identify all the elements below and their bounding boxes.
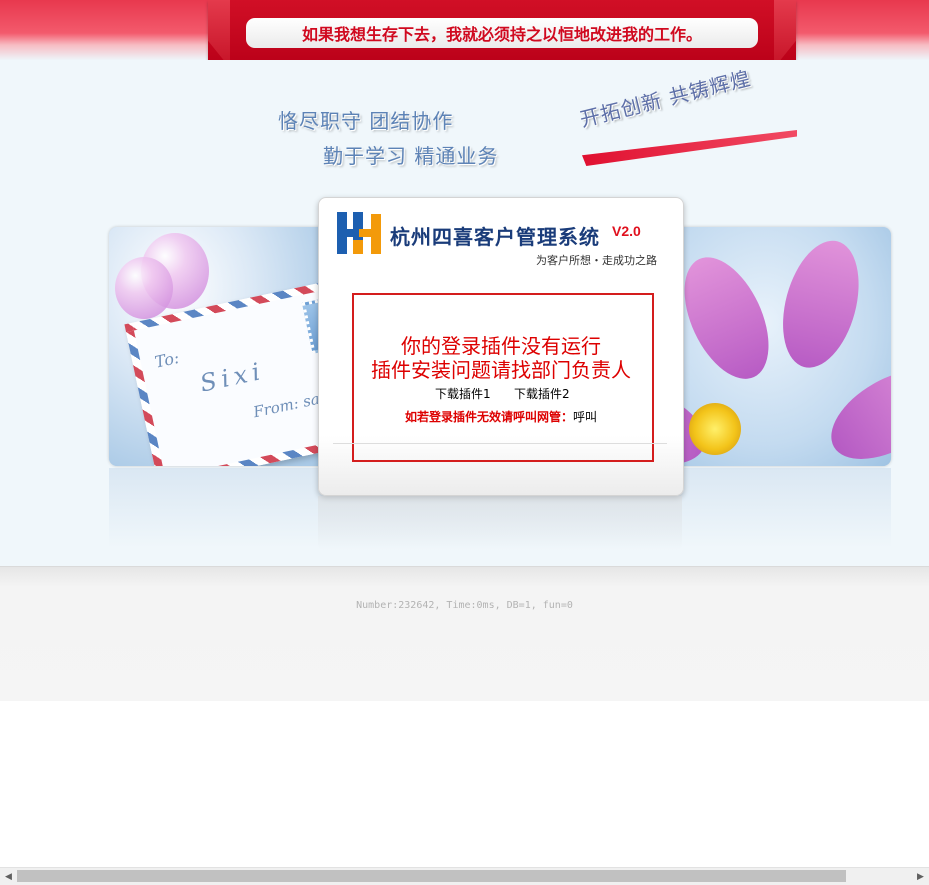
footer (0, 566, 929, 701)
slogan-duty: 恪尽职守 团结协作 (278, 109, 454, 133)
scroll-left-icon[interactable]: ◀ (0, 868, 17, 885)
balloon-icon (115, 257, 173, 319)
envelope-recipient: Sixi (197, 356, 268, 398)
motto-banner: 如果我想生存下去，我就必须持之以恒地改进我的工作。 (246, 18, 758, 48)
envelope-to-label: To: (153, 347, 181, 372)
helpline-label: 如若登录插件无效请呼叫网管： (404, 410, 573, 424)
download-plugin-1-link[interactable]: 下载插件1 (435, 385, 491, 402)
flower-center-icon (689, 403, 741, 455)
tagline: 为客户所想・走成功之路 (536, 254, 657, 267)
server-stats: Number:232642, Time:0ms, DB=1, fun=0 (356, 600, 573, 611)
login-card-reflection (318, 496, 682, 551)
helpline: 如若登录插件无效请呼叫网管：呼叫 (352, 408, 650, 425)
flower-background (569, 227, 891, 466)
plugin-contact-message: 插件安装问题请找部门负责人 (371, 358, 631, 382)
motto-text: 如果我想生存下去，我就必须持之以恒地改进我的工作。 (301, 25, 702, 44)
scroll-right-icon[interactable]: ▶ (912, 868, 929, 885)
system-title: 杭州四喜客户管理系统 (390, 225, 600, 249)
horizontal-scrollbar[interactable]: ◀ ▶ (0, 867, 929, 885)
version-label: V2.0 (612, 223, 641, 239)
petal (667, 244, 786, 392)
slogan-study: 勤于学习 精通业务 (323, 144, 499, 168)
call-admin-link[interactable]: 呼叫 (573, 410, 597, 424)
petal (770, 232, 872, 377)
petal (816, 351, 891, 466)
company-logo-icon (337, 212, 381, 254)
download-plugin-2-link[interactable]: 下载插件2 (514, 385, 570, 402)
scrollbar-thumb[interactable] (17, 870, 846, 882)
card-divider (333, 443, 667, 444)
